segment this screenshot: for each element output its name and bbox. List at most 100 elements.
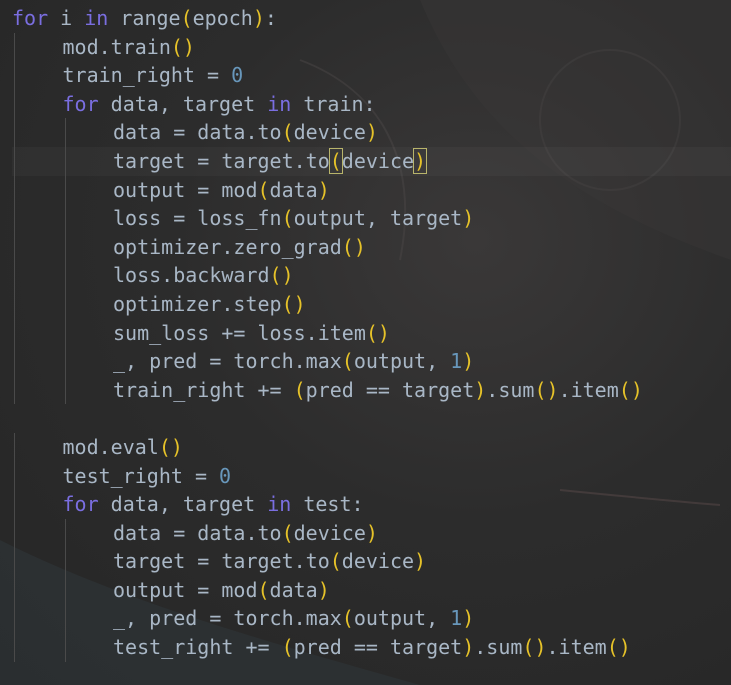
code-token: output, xyxy=(353,606,451,631)
code-token: target = target.to xyxy=(113,148,330,173)
indent-guide xyxy=(12,575,63,605)
indent-guide xyxy=(63,232,114,262)
code-token: optimizer.zero_grad xyxy=(113,234,342,259)
bracket-token: ) xyxy=(365,520,378,545)
bracket-token: ( xyxy=(281,635,294,660)
code-token: output = mod xyxy=(113,577,258,602)
indent-guide xyxy=(12,318,63,348)
bracket-token: ) xyxy=(474,377,487,402)
bracket-token: () xyxy=(522,635,547,660)
code-token: mod.train xyxy=(62,34,171,59)
code-line[interactable]: train_right = 0 xyxy=(12,61,643,90)
bracket-token: ( xyxy=(281,520,294,545)
code-line[interactable]: _, pred = torch.max(output, 1) xyxy=(12,604,643,633)
bracket-token: () xyxy=(606,635,631,660)
bracket-token: () xyxy=(365,320,390,345)
code-line[interactable]: for data, target in train: xyxy=(12,89,643,119)
code-line[interactable]: optimizer.step() xyxy=(12,289,643,319)
bracket-token: ) xyxy=(317,577,330,602)
bracket-token: () xyxy=(170,34,195,59)
code-line[interactable]: data = data.to(device) xyxy=(12,118,643,147)
code-token: pred == target xyxy=(293,635,463,660)
code-token: .item xyxy=(558,377,619,402)
indent-guide xyxy=(12,375,63,405)
code-line[interactable]: for i in range(epoch): xyxy=(12,4,643,33)
bracket-token: ) xyxy=(462,206,475,231)
code-token: output, target xyxy=(293,206,463,231)
code-token: .item xyxy=(546,635,607,660)
code-token: pred == target xyxy=(305,377,475,402)
indent-guide xyxy=(12,89,63,119)
code-line[interactable]: output = mod(data) xyxy=(12,575,643,605)
code-token: test_right += xyxy=(113,635,282,660)
bracket-token: () xyxy=(618,377,643,402)
bracket-token: ( xyxy=(341,349,354,374)
code-editor[interactable]: for i in range(epoch): mod.train() train_r… xyxy=(0,0,731,685)
code-line[interactable]: data = data.to(device) xyxy=(12,518,643,548)
code-token: train: xyxy=(291,91,376,116)
keyword-token: in xyxy=(267,492,292,517)
indent-guide xyxy=(63,518,114,548)
indent-guide xyxy=(63,347,114,376)
code-token: mod.eval xyxy=(62,434,159,459)
indent-guide xyxy=(12,490,63,519)
bracket-token: ) xyxy=(462,635,475,660)
code-token: _, pred = torch.max xyxy=(113,349,342,374)
code-token: data xyxy=(269,577,318,602)
code-token: device xyxy=(293,520,366,545)
bracket-token: ) xyxy=(252,6,265,30)
code-line[interactable]: test_right += (pred == target).sum().ite… xyxy=(12,633,643,662)
indent-guide xyxy=(63,633,114,662)
code-line[interactable]: loss.backward() xyxy=(12,261,643,290)
code-line[interactable]: mod.train() xyxy=(12,32,643,62)
code-token: test: xyxy=(291,492,364,517)
code-token: .sum xyxy=(486,377,535,402)
code-token: output = mod xyxy=(113,177,258,202)
indent-guide xyxy=(12,518,63,548)
code-token: data, target xyxy=(98,492,268,517)
indent-guide xyxy=(12,118,63,147)
bracket-token: ( xyxy=(329,549,342,574)
code-token: train_right = xyxy=(62,63,232,88)
code-token: test_right = xyxy=(62,463,220,488)
indent-guide xyxy=(63,547,114,576)
keyword-token: in xyxy=(267,91,292,116)
code-token: data = data.to xyxy=(113,120,282,145)
code-line[interactable] xyxy=(12,404,643,433)
code-line[interactable]: sum_loss += loss.item() xyxy=(12,318,643,348)
indent-guide xyxy=(63,604,114,633)
bracket-token: ) xyxy=(413,147,428,174)
code-token: device xyxy=(293,120,366,145)
indent-guide xyxy=(12,461,63,491)
indent-guide xyxy=(12,604,63,633)
code-token: target = target.to xyxy=(113,549,330,574)
code-line[interactable]: for data, target in test: xyxy=(12,490,643,519)
code-line[interactable]: test_right = 0 xyxy=(12,461,643,491)
code-line[interactable]: mod.eval() xyxy=(12,432,643,462)
code-token: data = data.to xyxy=(113,520,282,545)
code-token: range xyxy=(108,6,181,30)
indent-guide xyxy=(12,547,63,576)
code-token: epoch xyxy=(192,6,253,30)
bracket-token: ) xyxy=(365,120,378,145)
code-token: device xyxy=(341,148,415,173)
code-line[interactable]: output = mod(data) xyxy=(12,175,643,205)
code-token: device xyxy=(341,549,415,574)
bracket-token: ( xyxy=(180,6,193,30)
code-token: loss.backward xyxy=(113,263,270,288)
code-line[interactable]: loss = loss_fn(output, target) xyxy=(12,204,643,233)
code-token: train_right += xyxy=(113,377,294,402)
code-line[interactable]: optimizer.zero_grad() xyxy=(12,232,643,262)
indent-guide xyxy=(12,347,63,376)
code-body[interactable]: for i in range(epoch): mod.train() train_r… xyxy=(12,4,643,662)
keyword-token: for xyxy=(62,91,99,116)
code-token: data, target xyxy=(98,91,268,116)
indent-guide xyxy=(12,32,63,62)
code-line[interactable]: target = target.to(device) xyxy=(12,146,643,176)
bracket-token: ( xyxy=(341,606,354,631)
bracket-token: () xyxy=(281,291,306,316)
bracket-token: ) xyxy=(414,549,427,574)
code-line[interactable]: _, pred = torch.max(output, 1) xyxy=(12,347,643,376)
code-line[interactable]: target = target.to(device) xyxy=(12,547,643,576)
code-line[interactable]: train_right += (pred == target).sum().it… xyxy=(12,375,643,405)
